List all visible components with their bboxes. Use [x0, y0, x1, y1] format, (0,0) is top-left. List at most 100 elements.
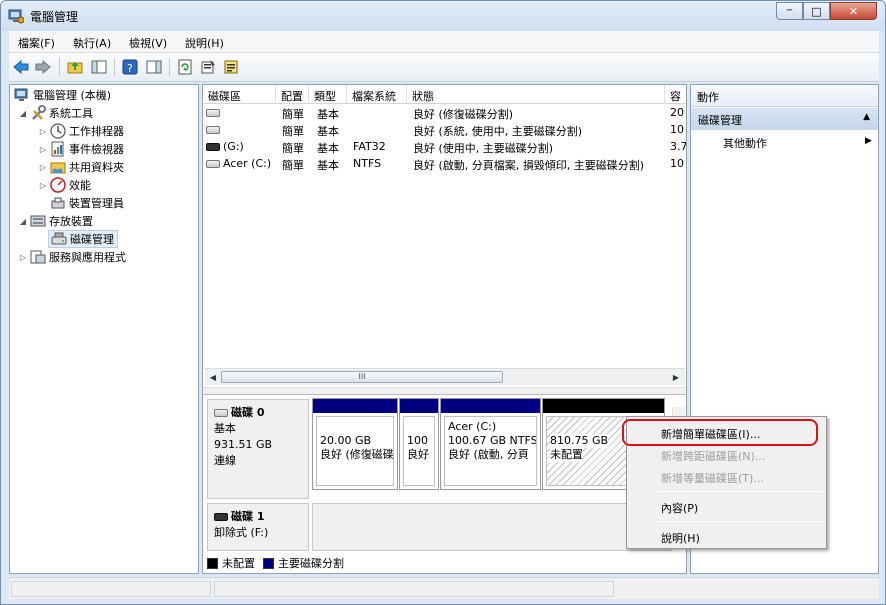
partition-bar	[441, 399, 540, 413]
console-tree-icon	[91, 60, 107, 74]
refresh-icon	[178, 59, 192, 75]
toolbar: ?	[9, 53, 879, 82]
menu-action[interactable]: 執行(A)	[73, 35, 111, 51]
disk-1-kind: 卸除式 (F:)	[214, 526, 269, 539]
up-level-button[interactable]	[65, 57, 85, 77]
tree-item-event-viewer[interactable]: ▷ 事件檢視器	[38, 140, 124, 158]
tree-label: 共用資料夾	[69, 161, 124, 174]
forward-arrow-icon	[35, 60, 51, 74]
volume-cell	[206, 106, 223, 119]
disk-1-area	[312, 503, 672, 551]
actions-more[interactable]: 其他動作	[723, 135, 767, 151]
tree-item-task-scheduler[interactable]: ▷ 工作排程器	[38, 122, 124, 140]
menu-item-help[interactable]: 說明(H)	[629, 525, 824, 547]
column-header-layout[interactable]: 配置	[276, 85, 309, 104]
column-header-volume[interactable]: 磁碟區	[203, 85, 276, 104]
tree-item-root[interactable]: 電腦管理 (本機)	[12, 86, 111, 104]
menu-help[interactable]: 說明(H)	[185, 35, 224, 51]
partition-system[interactable]: 100 良好	[399, 398, 439, 490]
services-icon	[30, 249, 46, 265]
disk-0-name: 磁碟 0	[231, 406, 265, 419]
show-hide-tree-button[interactable]	[89, 57, 109, 77]
partition-recovery[interactable]: 20.00 GB 良好 (修復磁碟	[312, 398, 398, 490]
disk-0-label[interactable]: 磁碟 0 基本 931.51 GB 連線	[207, 399, 309, 499]
layout-cell: 簡單	[282, 142, 304, 155]
tree-item-device-manager[interactable]: 裝置管理員	[48, 194, 124, 212]
tree-item-shared-folders[interactable]: ▷ 共用資料夾	[38, 158, 124, 176]
type-cell: 基本	[317, 142, 339, 155]
legend: 未配置 主要磁碟分割	[207, 555, 344, 571]
removable-drive-icon	[206, 143, 220, 151]
close-button[interactable]: ✕	[830, 2, 877, 20]
shared-folder-icon	[50, 159, 66, 175]
removable-disk-icon	[214, 513, 228, 521]
expand-arrow-icon[interactable]: ▷	[38, 181, 48, 190]
menu-item-properties[interactable]: 內容(P)	[629, 495, 824, 517]
tree-label: 工作排程器	[69, 125, 124, 138]
minimize-button[interactable]: ─	[776, 2, 803, 20]
partition-acer-c[interactable]: Acer (C:) 100.67 GB NTFS 良好 (啟動, 分頁	[440, 398, 541, 490]
minimize-icon: ─	[786, 6, 793, 16]
maximize-button[interactable]: □	[803, 2, 830, 20]
disk-management-icon	[51, 231, 67, 247]
partition-status: 良好 (啟動, 分頁	[448, 448, 529, 461]
show-hide-action-pane-button[interactable]	[144, 57, 164, 77]
column-header-filesystem[interactable]: 檔案系統	[347, 85, 407, 104]
menu-bar: 檔案(F) 執行(A) 檢視(V) 說明(H)	[9, 31, 879, 53]
tree-item-storage[interactable]: ◢ 存放裝置	[18, 212, 93, 230]
legend-swatch-unallocated	[207, 557, 218, 569]
expand-arrow-icon[interactable]: ▷	[38, 127, 48, 136]
performance-icon	[50, 177, 66, 193]
maximize-icon: □	[811, 4, 822, 18]
scroll-thumb[interactable]: III	[221, 371, 503, 383]
collapse-arrow-icon[interactable]: ◢	[18, 217, 28, 226]
actions-section-disk-management[interactable]: 磁碟管理 ▲	[691, 108, 878, 130]
tree-label: 事件檢視器	[69, 143, 124, 156]
expand-arrow-icon[interactable]: ▷	[38, 145, 48, 154]
tools-icon	[30, 105, 46, 121]
volume-row[interactable]: 簡單 基本 良好 (系統, 使用中, 主要磁碟分割) 10	[203, 122, 686, 139]
column-header-capacity[interactable]: 容	[665, 85, 686, 104]
capacity-cell: 10	[670, 123, 684, 136]
export-list-button[interactable]	[221, 57, 241, 77]
volume-row[interactable]: Acer (C:) 簡單 基本 NTFS 良好 (啟動, 分頁檔案, 損毀傾印,…	[203, 156, 686, 173]
status-segment	[11, 581, 211, 597]
properties-button[interactable]	[198, 57, 218, 77]
collapse-arrow-icon[interactable]: ◢	[18, 109, 28, 118]
window-title: 電腦管理	[30, 10, 79, 24]
refresh-button[interactable]	[175, 57, 195, 77]
column-header-status[interactable]: 狀態	[407, 85, 665, 104]
column-header-type[interactable]: 類型	[309, 85, 347, 104]
status-cell: 良好 (使用中, 主要磁碟分割)	[413, 142, 554, 155]
volume-list-header: 磁碟區 配置 類型 檔案系統 狀態 容	[203, 85, 686, 104]
menu-file[interactable]: 檔案(F)	[18, 35, 55, 51]
legend-label-unallocated: 未配置	[222, 557, 255, 570]
scroll-left-icon[interactable]: ◀	[206, 370, 220, 384]
status-cell: 良好 (修復磁碟分割)	[413, 108, 514, 121]
pane-splitter[interactable]	[203, 387, 686, 395]
expand-arrow-icon[interactable]: ▷	[18, 253, 28, 262]
disk-0-size: 931.51 GB	[214, 438, 273, 451]
tree-item-disk-management[interactable]: 磁碟管理	[48, 230, 118, 248]
scroll-right-icon[interactable]: ▶	[669, 370, 683, 384]
menu-separator	[657, 491, 823, 492]
tree-item-system-tools[interactable]: ◢ 系統工具	[18, 104, 93, 122]
disk-0-status: 連線	[214, 454, 236, 467]
volume-row[interactable]: (G:) 簡單 基本 FAT32 良好 (使用中, 主要磁碟分割) 3.7	[203, 139, 686, 156]
submenu-arrow-icon: ▶	[865, 136, 872, 146]
menu-view[interactable]: 檢視(V)	[129, 35, 167, 51]
collapse-up-icon[interactable]: ▲	[863, 112, 870, 122]
tree-item-performance[interactable]: ▷ 效能	[38, 176, 91, 194]
expand-arrow-icon[interactable]: ▷	[38, 163, 48, 172]
menu-separator	[657, 521, 823, 522]
volume-cell: (G:)	[206, 140, 244, 153]
disk-1-label[interactable]: 磁碟 1 卸除式 (F:)	[207, 503, 309, 551]
disk-graphical-view: 磁碟 0 基本 931.51 GB 連線 20.00 GB 良好 (修復磁碟 1…	[203, 395, 686, 573]
volume-row[interactable]: 簡單 基本 良好 (修復磁碟分割) 20	[203, 105, 686, 122]
tree-item-services-apps[interactable]: ▷ 服務與應用程式	[18, 248, 126, 266]
forward-button[interactable]	[33, 57, 53, 77]
title-bar[interactable]: 電腦管理 ─ □ ✕	[1, 1, 885, 31]
help-button[interactable]: ?	[120, 57, 140, 77]
horizontal-scrollbar[interactable]: ◀ III ▶	[205, 368, 685, 385]
back-button[interactable]	[11, 57, 31, 77]
